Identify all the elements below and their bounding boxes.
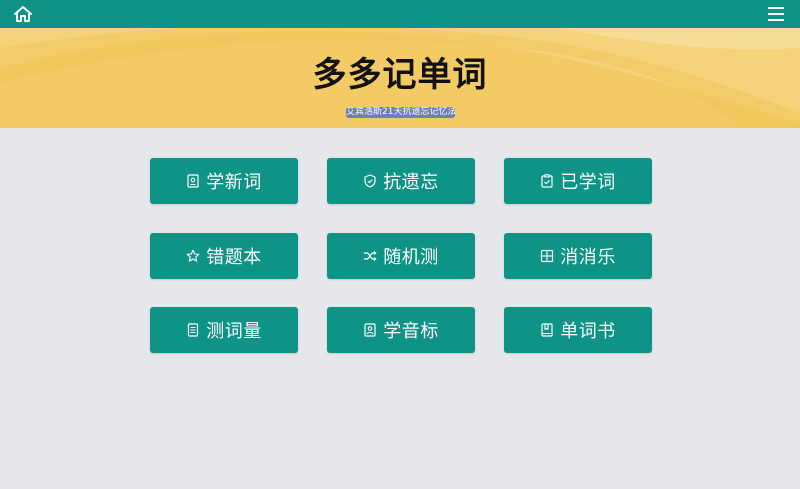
shield-icon	[364, 174, 376, 188]
home-icon[interactable]	[13, 5, 33, 23]
phonetic-card-icon	[364, 323, 376, 337]
vocabulary-card-icon	[187, 174, 199, 188]
random-test-label: 随机测	[383, 247, 439, 268]
random-test-button[interactable]: 随机测	[327, 233, 475, 279]
learn-new-words-button[interactable]: 学新词	[150, 158, 298, 204]
subtitle-badge: 艾宾浩斯21天抗遗忘记忆法	[346, 107, 455, 118]
app-title: 多多记单词	[312, 55, 488, 95]
word-books-label: 单词书	[560, 321, 616, 342]
hero-banner: 多多记单词 艾宾浩斯21天抗遗忘记忆法	[0, 28, 800, 128]
learn-new-words-label: 学新词	[206, 172, 262, 193]
anti-forgetting-button[interactable]: 抗遗忘	[327, 158, 475, 204]
checked-clipboard-icon	[541, 174, 553, 188]
shuffle-icon	[364, 251, 377, 261]
match-game-label: 消消乐	[560, 247, 616, 268]
bookmark-book-icon	[541, 323, 553, 337]
mistakes-book-label: 错题本	[206, 247, 262, 268]
grid-icon	[541, 249, 554, 263]
anti-forgetting-label: 抗遗忘	[383, 172, 439, 193]
menu-grid: 学新词 抗遗忘 已学词 错题本 随机测 消消乐 测词量 学音标 单词书	[150, 158, 652, 354]
star-icon	[186, 249, 200, 262]
learned-words-label: 已学词	[560, 172, 616, 193]
list-document-icon	[188, 323, 199, 337]
match-game-button[interactable]: 消消乐	[504, 233, 652, 279]
learned-words-button[interactable]: 已学词	[504, 158, 652, 204]
mistakes-book-button[interactable]: 错题本	[150, 233, 298, 279]
learn-phonetics-button[interactable]: 学音标	[327, 307, 475, 353]
hamburger-menu-icon[interactable]	[768, 6, 784, 22]
vocabulary-size-test-label: 测词量	[206, 321, 262, 342]
vocabulary-size-test-button[interactable]: 测词量	[150, 307, 298, 353]
word-books-button[interactable]: 单词书	[504, 307, 652, 353]
learn-phonetics-label: 学音标	[383, 321, 439, 342]
top-bar	[0, 0, 800, 28]
